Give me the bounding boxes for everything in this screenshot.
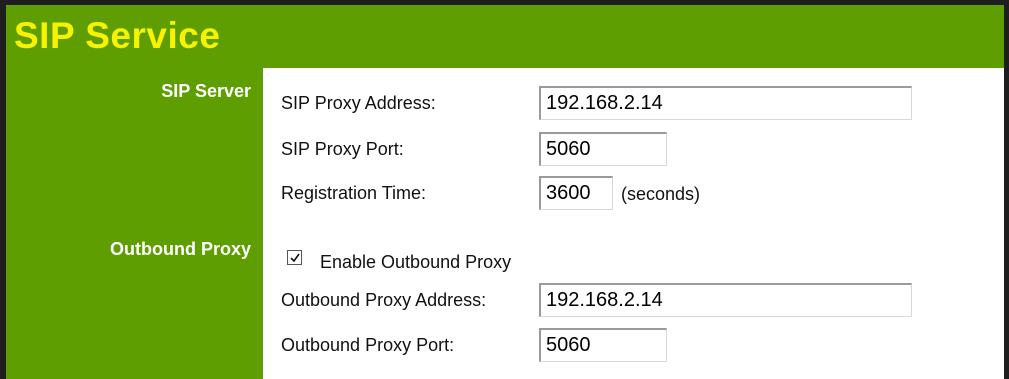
registration-time-unit: (seconds) — [621, 184, 701, 204]
outbound-proxy-port-label: Outbound Proxy Port: — [281, 335, 455, 355]
registration-time-input[interactable]: 3600 — [539, 176, 613, 210]
sip-proxy-address-input[interactable]: 192.168.2.14 — [539, 86, 912, 120]
sip-proxy-port-input[interactable]: 5060 — [539, 132, 667, 166]
sip-proxy-port-label: SIP Proxy Port: — [281, 139, 404, 159]
registration-time-label: Registration Time: — [281, 183, 427, 203]
outbound-proxy-port-input[interactable]: 5060 — [539, 328, 667, 362]
enable-outbound-proxy-checkbox[interactable] — [287, 250, 302, 265]
section-label-sip-server: SIP Server — [161, 81, 251, 101]
outbound-proxy-address-label: Outbound Proxy Address: — [281, 290, 487, 310]
sip-proxy-address-label: SIP Proxy Address: — [281, 93, 436, 113]
section-label-outbound-proxy: Outbound Proxy — [110, 239, 251, 259]
checkmark-icon — [290, 253, 300, 263]
section-sidebar: SIP Server Outbound Proxy — [6, 68, 263, 379]
header-bar: SIP Service — [6, 5, 1004, 68]
page-title: SIP Service — [14, 15, 221, 56]
outbound-proxy-address-input[interactable]: 192.168.2.14 — [539, 283, 912, 317]
enable-outbound-proxy-label[interactable]: Enable Outbound Proxy — [320, 252, 511, 273]
